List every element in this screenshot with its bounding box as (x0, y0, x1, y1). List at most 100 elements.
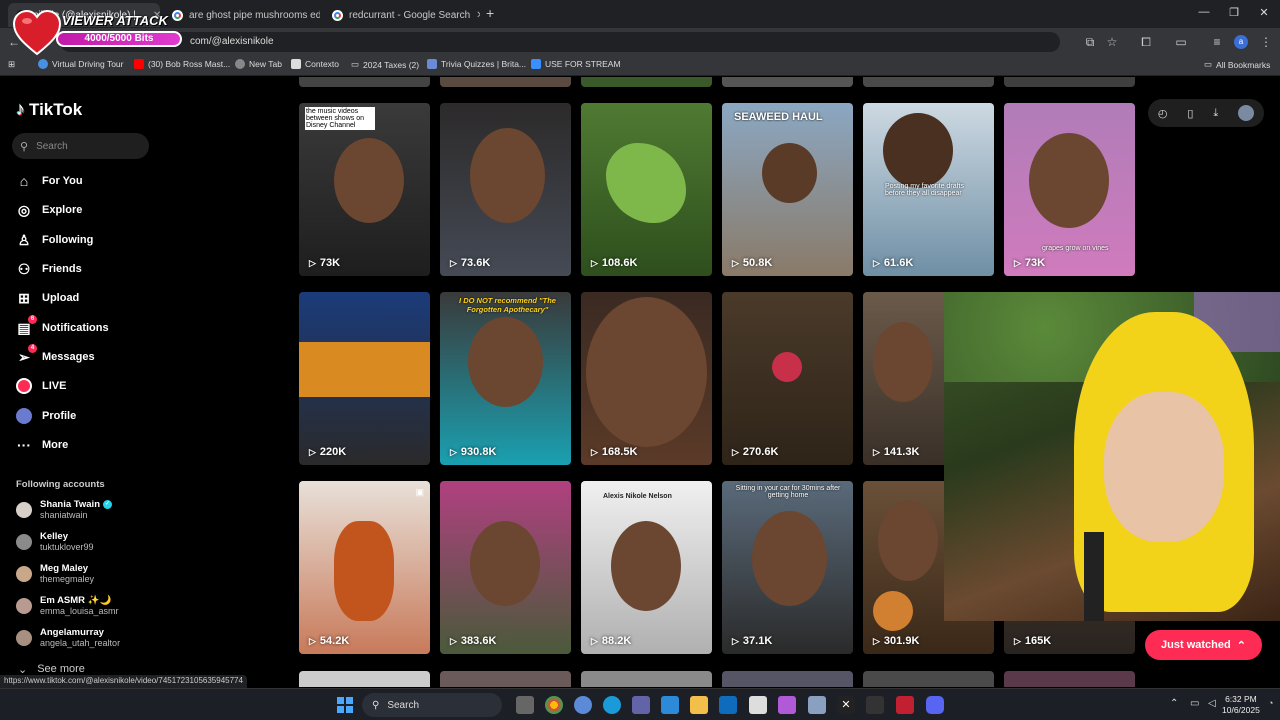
apps-grid-icon[interactable]: ⊞ (8, 59, 15, 70)
speed-icon[interactable]: ◴ (1158, 107, 1168, 120)
bookmark-virtual-driving[interactable]: Virtual Driving Tour (38, 59, 124, 69)
notification-bell-icon[interactable]: ◔ (1268, 698, 1273, 708)
account-kelley[interactable]: Kelley tuktuklover99 (16, 531, 94, 553)
view-count: ▷ 165K (1014, 635, 1051, 647)
bookmark-new-tab[interactable]: New Tab (235, 59, 282, 69)
chrome-icon[interactable] (545, 696, 563, 714)
minimize-icon[interactable]: — (1194, 6, 1214, 18)
close-window-icon[interactable]: ✕ (1254, 6, 1274, 19)
video-thumb-partial[interactable] (299, 77, 430, 87)
video-thumb[interactable]: ▷ 383.6K (440, 481, 571, 654)
account-angelamurray[interactable]: Angelamurray angela_utah_realtor (16, 627, 120, 649)
nav-profile[interactable]: Profile (16, 408, 76, 424)
network-icon[interactable]: ▭ (1190, 698, 1199, 709)
bookmark-contexto[interactable]: Contexto (291, 59, 339, 69)
account-meg-maley[interactable]: Meg Maley themegmaley (16, 563, 94, 585)
video-thumb-partial[interactable] (722, 77, 853, 87)
bookmark-taxes-folder[interactable]: ▭ 2024 Taxes (2) (351, 59, 419, 70)
video-thumb[interactable]: I DO NOT recommend "The Forgotten Apothe… (440, 292, 571, 465)
file-explorer-icon[interactable] (690, 696, 708, 714)
edge-icon[interactable] (603, 696, 621, 714)
nav-explore[interactable]: ◎ Explore (16, 202, 82, 218)
nav-upload[interactable]: ⊞ Upload (16, 290, 79, 306)
search-input[interactable]: ⚲ Search (12, 133, 149, 159)
outlook-icon[interactable] (719, 696, 737, 714)
bookmark-bob-ross[interactable]: (30) Bob Ross Mast... (134, 59, 230, 69)
device-icon[interactable]: ▯ (1187, 107, 1193, 120)
video-thumb[interactable]: ▷ 270.6K (722, 292, 853, 465)
sidepanel-icon[interactable]: ▭ (1173, 35, 1189, 49)
discord-icon[interactable] (926, 696, 944, 714)
app-icon[interactable] (778, 696, 796, 714)
video-thumb[interactable]: Sitting in your car for 30mins after get… (722, 481, 853, 654)
tab-redcurrant[interactable]: redcurrant - Google Search ✕ (324, 3, 480, 27)
video-thumb-partial[interactable] (581, 77, 712, 87)
task-view-icon[interactable] (516, 696, 534, 714)
video-thumb-partial[interactable] (722, 671, 853, 687)
obs-icon[interactable] (866, 696, 884, 714)
video-thumb-partial[interactable] (440, 671, 571, 687)
url-field[interactable]: com/@alexisnikole (60, 32, 1060, 52)
nav-for-you[interactable]: ⌂ For You (16, 173, 83, 189)
nav-more[interactable]: ··· More (16, 437, 68, 453)
tab-ghost-pipe[interactable]: are ghost pipe mushrooms edi ✕ (164, 3, 320, 27)
teams-icon[interactable] (632, 696, 650, 714)
play-icon: ▷ (732, 446, 739, 457)
bookmark-use-for-stream[interactable]: USE FOR STREAM (531, 59, 621, 69)
photos-icon[interactable] (661, 696, 679, 714)
video-thumb[interactable]: SEAWEED HAUL ▷ 50.8K (722, 103, 853, 276)
download-icon[interactable]: ⤓ (1213, 107, 1218, 120)
nav-following[interactable]: ♙ Following (16, 232, 94, 248)
windows-start-icon[interactable] (337, 697, 353, 713)
video-thumb[interactable]: ▷ 168.5K (581, 292, 712, 465)
video-thumb[interactable]: grapes grow on vines ▷ 73K (1004, 103, 1135, 276)
close-icon[interactable]: ✕ (476, 10, 480, 21)
all-bookmarks[interactable]: ▭ All Bookmarks (1204, 59, 1270, 70)
nav-live[interactable]: LIVE (16, 378, 66, 394)
bookmark-trivia[interactable]: Trivia Quizzes | Brita... (427, 59, 526, 69)
user-avatar-icon[interactable] (1238, 105, 1255, 121)
video-thumb-partial[interactable] (440, 77, 571, 87)
video-thumb[interactable]: ▷ 220K (299, 292, 430, 465)
volume-icon[interactable]: ◁ (1208, 698, 1216, 709)
video-thumb-partial[interactable] (863, 77, 994, 87)
video-thumb[interactable]: ▷ 73.6K (440, 103, 571, 276)
taskbar-search-label: Search (387, 699, 420, 711)
video-thumb[interactable]: Alexis Nikole Nelson ▷ 88.2K (581, 481, 712, 654)
capcut-icon[interactable]: ✕ (837, 696, 855, 714)
video-thumb-partial[interactable] (863, 671, 994, 687)
media-icon[interactable]: ≡ (1209, 35, 1225, 49)
app-icon[interactable] (808, 696, 826, 714)
menu-kebab-icon[interactable]: ⋮ (1258, 35, 1274, 49)
nav-friends[interactable]: ⚇ Friends (16, 261, 82, 277)
pumpkin-image (873, 591, 913, 631)
store-icon[interactable] (749, 696, 767, 714)
account-em-asmr[interactable]: Em ASMR ✨🌙 emma_louisa_asmr (16, 595, 119, 617)
video-thumb-partial[interactable] (299, 671, 430, 687)
new-tab-button[interactable]: + (486, 5, 494, 21)
video-thumb[interactable]: the music videos between shows on Disney… (299, 103, 430, 276)
just-watched-button[interactable]: Just watched ⌃ (1145, 630, 1262, 660)
video-thumb-partial[interactable] (1004, 671, 1135, 687)
nav-messages[interactable]: ➢ 4 Messages (16, 344, 95, 365)
thumbnail-image (334, 138, 404, 223)
bookmark-star-icon[interactable]: ☆ (1104, 35, 1120, 49)
nav-notifications[interactable]: ▤ 6 Notifications (16, 315, 109, 336)
restore-icon[interactable]: ❐ (1224, 6, 1244, 19)
taskbar-search[interactable]: ⚲ Search (362, 693, 502, 717)
video-thumb-partial[interactable] (1004, 77, 1135, 87)
extensions-icon[interactable]: ⧠ (1138, 35, 1154, 50)
copilot-icon[interactable] (574, 696, 592, 714)
account-shania-twain[interactable]: Shania Twain ✓ shaniatwain (16, 499, 113, 521)
video-thumb-partial[interactable] (581, 671, 712, 687)
profile-avatar-icon[interactable]: a (1234, 35, 1248, 49)
app-icon[interactable] (896, 696, 914, 714)
cast-icon[interactable]: ⧉ (1082, 35, 1098, 50)
tiktok-logo[interactable]: ♪ TikTok (16, 99, 82, 120)
tray-chevron-icon[interactable]: ⌃ (1170, 698, 1178, 709)
taskbar-clock[interactable]: 6:32 PM 10/6/2025 (1222, 694, 1260, 716)
video-thumb[interactable]: Posting my favorite drafts before they a… (863, 103, 994, 276)
video-thumb[interactable]: ▣ ▷ 54.2K (299, 481, 430, 654)
thumbnail-image (606, 143, 686, 223)
video-thumb[interactable]: ▷ 108.6K (581, 103, 712, 276)
